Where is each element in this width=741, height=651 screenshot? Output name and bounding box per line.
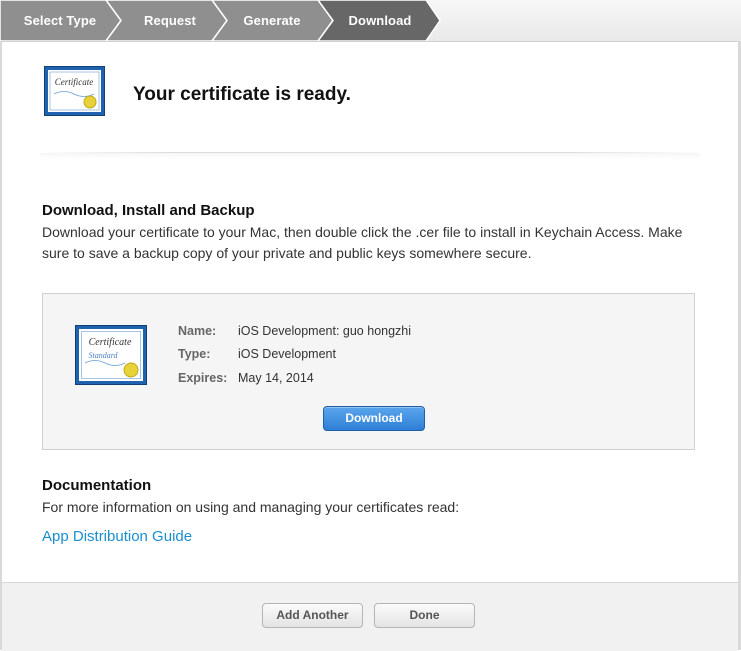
certificate-icon-text: Certificate [55,77,94,87]
certificate-large-icon-text: Certificate [89,337,132,348]
certificate-type-label: Type: [178,347,211,361]
certificate-name-value: iOS Development: guo hongzhi [238,324,412,338]
download-button[interactable]: Download [323,406,425,431]
done-button[interactable]: Done [374,603,475,628]
add-another-button[interactable]: Add Another [262,603,363,628]
download-section-description: Download your certificate to your Mac, t… [42,224,683,261]
step-progress-bar: Select Type Request Generate Download [0,0,741,42]
app-distribution-guide-link[interactable]: App Distribution Guide [42,528,192,545]
certificate-icon: Certificate [44,66,105,116]
step-select-type: Select Type [23,13,97,28]
certificate-type-value: iOS Development [238,347,336,361]
documentation-description: For more information on using and managi… [42,499,460,515]
frame-left-border [0,41,2,650]
certificate-details-box: Certificate Standard Name: iOS Developme… [42,293,695,450]
header-divider-shadow [40,153,700,159]
footer-bar: Add Another Done [2,582,738,651]
certificate-large-icon-subtext: Standard [88,351,118,360]
documentation-section-title: Documentation [42,477,152,494]
page-title: Your certificate is ready. [133,84,351,105]
certificate-large-icon: Certificate Standard [75,325,147,385]
step-generate: Generate [243,13,301,28]
certificate-expires-value: May 14, 2014 [238,371,314,385]
step-download: Download [348,13,412,28]
download-section-title: Download, Install and Backup [42,202,255,219]
certificate-name-label: Name: [178,324,217,338]
step-request: Request [144,13,196,28]
certificate-expires-label: Expires: [178,371,228,385]
